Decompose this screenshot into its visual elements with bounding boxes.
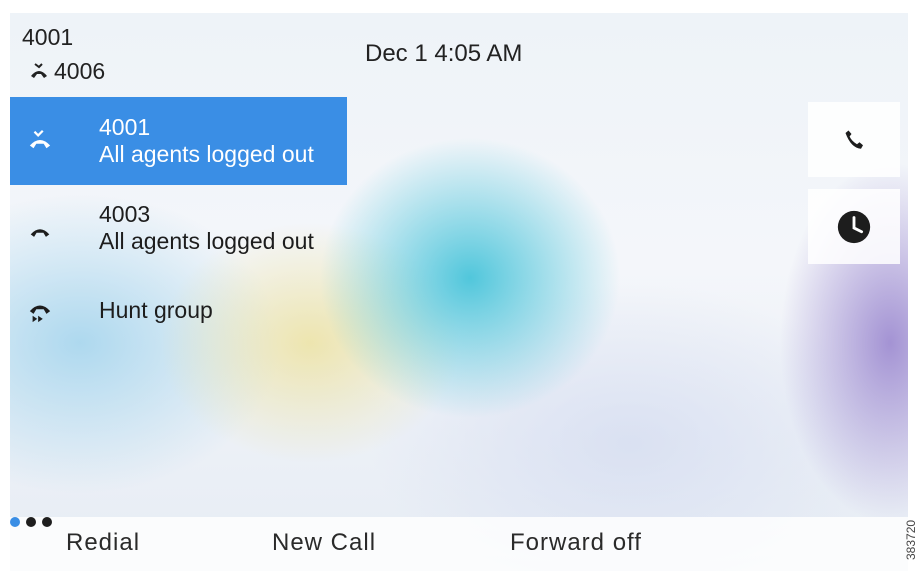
page-dot bbox=[26, 517, 36, 527]
call-button[interactable] bbox=[808, 102, 900, 177]
redial-softkey[interactable]: Redial bbox=[66, 529, 140, 557]
softkey-bar: Redial New Call Forward off bbox=[10, 517, 908, 571]
line-number: 4003 bbox=[99, 201, 151, 227]
recents-button[interactable] bbox=[808, 189, 900, 264]
line-item-4001[interactable]: 4001 All agents logged out bbox=[10, 97, 347, 185]
header-hunt-line-number: 4006 bbox=[54, 58, 106, 84]
line-number: 4001 bbox=[99, 114, 151, 140]
hunt-group-label: Hunt group bbox=[99, 297, 213, 323]
new-call-softkey[interactable]: New Call bbox=[272, 529, 376, 557]
phone-icon bbox=[845, 130, 863, 149]
line-status: All agents logged out bbox=[99, 141, 314, 167]
line-item-hunt-group[interactable]: Hunt group bbox=[10, 290, 347, 334]
page-dot-active bbox=[10, 517, 20, 527]
recents-clock-icon bbox=[837, 210, 871, 243]
more-dots-icon[interactable] bbox=[10, 517, 908, 527]
hunt-agent-icon bbox=[31, 63, 47, 78]
handset-icon bbox=[26, 218, 54, 244]
hunt-group-icon bbox=[26, 299, 54, 325]
line-status: All agents logged out bbox=[99, 228, 314, 254]
forward-softkey[interactable]: Forward off bbox=[510, 529, 642, 557]
figure-watermark: 383720 bbox=[904, 519, 918, 560]
page-dot bbox=[42, 517, 52, 527]
line-item-4003[interactable]: 4003 All agents logged out bbox=[10, 190, 347, 266]
date-time: Dec 1 4:05 AM bbox=[365, 40, 523, 67]
header-line-number: 4001 bbox=[22, 24, 74, 50]
hunt-agent-logged-out-icon bbox=[26, 127, 54, 153]
header-hunt-line: 4006 bbox=[28, 58, 105, 84]
